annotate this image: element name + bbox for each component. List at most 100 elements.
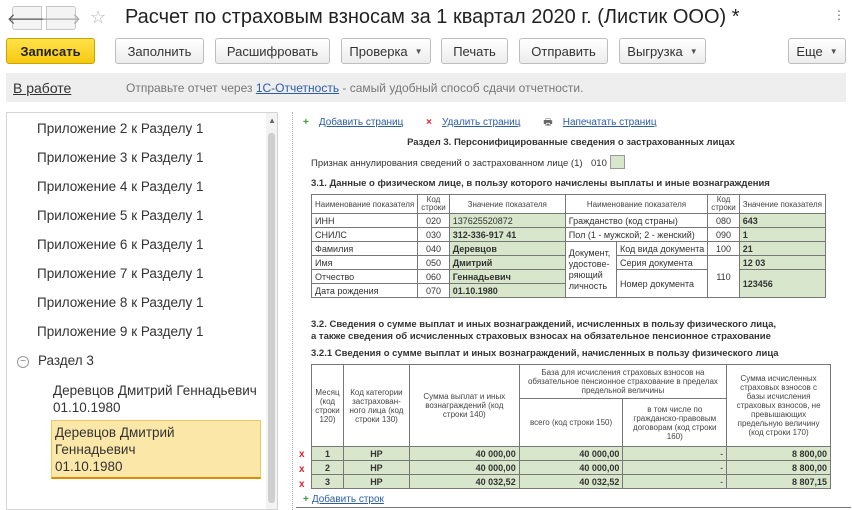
more-button-label: Еще	[796, 43, 823, 59]
month-cell[interactable]: 2	[311, 460, 344, 475]
save-button-label: Записать	[20, 43, 81, 59]
delete-row-icon[interactable]: x	[299, 479, 305, 490]
print-button[interactable]: Печать	[441, 38, 508, 64]
delete-page-link[interactable]: Удалить страниц	[442, 117, 521, 128]
col-header: Сумма исчисленных страховых взносов с ба…	[726, 364, 831, 447]
chevron-down-icon: ▼	[829, 46, 838, 56]
add-page-action[interactable]: + Добавить страниц	[303, 117, 413, 128]
base-cell[interactable]: 40 000,00	[518, 446, 624, 461]
save-button[interactable]: Записать	[6, 38, 95, 64]
tree-person-item[interactable]: Деревцов Дмитрий Геннадьевич 01.10.1980	[53, 382, 265, 416]
month-cell[interactable]: 1	[311, 446, 344, 461]
title-bar: 🡐 🡒 ☆ Расчет по страховым взносам за 1 к…	[0, 0, 852, 34]
tree-group-section-3[interactable]: − Раздел 3	[17, 353, 94, 368]
contrib-cell[interactable]: 8 800,00	[726, 460, 831, 475]
plus-icon: +	[303, 117, 309, 128]
tree-item[interactable]: Приложение 4 к Разделу 1	[37, 179, 203, 194]
delete-row-icon[interactable]: x	[299, 449, 305, 460]
col-header: Наименование показателя	[310, 194, 419, 214]
scrollbar-thumb[interactable]	[268, 133, 275, 503]
tree-item[interactable]: Приложение 2 к Разделу 1	[37, 121, 203, 136]
row-code: 080	[707, 213, 740, 228]
forward-button[interactable]: 🡒	[41, 6, 81, 30]
name-field[interactable]: Дмитрий	[448, 255, 566, 270]
delete-row-icon[interactable]: x	[299, 464, 305, 475]
tree-group-label: Раздел 3	[38, 353, 94, 368]
back-button[interactable]: 🡐	[7, 6, 47, 30]
tree-item[interactable]: Приложение 3 к Разделу 1	[37, 150, 203, 165]
divider	[296, 507, 851, 508]
check-button[interactable]: Проверка ▼	[341, 38, 431, 64]
doc-kind-field[interactable]: 21	[738, 241, 827, 256]
citizenship-field[interactable]: 643	[738, 213, 827, 228]
toolbar: Записать Заполнить Расшифровать Проверка…	[0, 36, 852, 68]
gpd-cell[interactable]: -	[622, 474, 728, 489]
category-cell[interactable]: НР	[342, 474, 410, 489]
collapse-icon[interactable]: −	[17, 356, 29, 368]
more-button[interactable]: Еще ▼	[788, 38, 846, 64]
scroll-up-icon[interactable]: ▲	[268, 116, 276, 125]
col-header: База для исчисления страховых взносов на…	[518, 364, 728, 399]
contrib-cell[interactable]: 8 807,15	[726, 474, 831, 489]
gpd-cell[interactable]: -	[622, 446, 728, 461]
add-row-action[interactable]: + Добавить строк	[303, 494, 384, 505]
tree-item[interactable]: Приложение 5 к Разделу 1	[37, 208, 203, 223]
row-label: Отчество	[310, 269, 419, 284]
tree-item[interactable]: Приложение 6 к Разделу 1	[37, 237, 203, 252]
snils-field[interactable]: 312-336-917 41	[448, 227, 566, 242]
base-cell[interactable]: 40 032,52	[518, 474, 624, 489]
reporting-link[interactable]: 1С-Отчетность	[256, 81, 339, 95]
star-icon[interactable]: ☆	[90, 7, 106, 28]
person-birthdate: 01.10.1980	[53, 400, 121, 415]
decode-button[interactable]: Расшифровать	[215, 38, 330, 64]
status-link[interactable]: В работе	[13, 80, 71, 96]
cancel-field[interactable]	[610, 155, 625, 169]
tree-scrollbar[interactable]: ▲	[266, 113, 277, 509]
row-code: 100	[707, 241, 740, 256]
payments-table: Месяц (код строки 120) Код категории зас…	[311, 364, 831, 489]
row-label: Код вида документа	[615, 241, 709, 256]
row-label: Фамилия	[310, 241, 419, 256]
tree-item[interactable]: Приложение 9 к Разделу 1	[37, 324, 203, 339]
base-cell[interactable]: 40 000,00	[518, 460, 624, 475]
row-code: 110	[707, 255, 740, 298]
fill-button-label: Заполнить	[127, 43, 192, 59]
surname-field[interactable]: Деревцов	[448, 241, 566, 256]
document-area: + Добавить страниц × Удалить страниц 🖶 Напе…	[289, 112, 852, 510]
send-button[interactable]: Отправить	[519, 38, 608, 64]
category-cell[interactable]: НР	[342, 460, 410, 475]
gender-field[interactable]: 1	[738, 227, 827, 242]
fill-button[interactable]: Заполнить	[115, 38, 204, 64]
sum-cell[interactable]: 40 000,00	[408, 460, 520, 475]
tree-item[interactable]: Приложение 7 к Разделу 1	[37, 266, 203, 281]
sections-tree: Приложение 2 к Разделу 1 Приложение 3 к …	[6, 112, 278, 510]
sum-cell[interactable]: 40 000,00	[408, 446, 520, 461]
more-icon[interactable]: ⋮	[833, 8, 846, 22]
doc-number-field[interactable]: 123456	[738, 269, 827, 298]
row-label: СНИЛС	[310, 227, 419, 242]
add-row-link[interactable]: Добавить строк	[312, 494, 384, 505]
doc-series-field[interactable]: 12 03	[738, 255, 827, 270]
print-page-action[interactable]: 🖶 Напечатать страниц	[543, 117, 666, 128]
month-cell[interactable]: 3	[311, 474, 344, 489]
tree-item[interactable]: Приложение 8 к Разделу 1	[37, 295, 203, 310]
row-code: 090	[707, 227, 740, 242]
row-label: Дата рождения	[310, 283, 419, 298]
add-page-link[interactable]: Добавить страниц	[319, 117, 404, 128]
patronymic-field[interactable]: Геннадьевич	[448, 269, 566, 284]
export-button-label: Выгрузка	[627, 43, 683, 59]
birthdate-field[interactable]: 01.10.1980	[448, 283, 566, 298]
arrow-right-icon: 🡒	[40, 10, 82, 28]
chevron-down-icon: ▼	[689, 46, 698, 56]
category-cell[interactable]: НР	[342, 446, 410, 461]
export-button[interactable]: Выгрузка ▼	[619, 38, 706, 64]
gpd-cell[interactable]: -	[622, 460, 728, 475]
tree-person-item-selected[interactable]: Деревцов Дмитрий Геннадьевич 01.10.1980	[51, 420, 261, 479]
col-header: Код строки	[417, 194, 450, 214]
contrib-cell[interactable]: 8 800,00	[726, 446, 831, 461]
col-header: Сумма выплат и иных вознаграждений (код …	[408, 364, 520, 447]
sum-cell[interactable]: 40 032,52	[408, 474, 520, 489]
inn-field[interactable]: 137625520872	[448, 213, 566, 228]
delete-page-action[interactable]: × Удалить страниц	[426, 117, 530, 128]
print-page-link[interactable]: Напечатать страниц	[563, 117, 657, 128]
